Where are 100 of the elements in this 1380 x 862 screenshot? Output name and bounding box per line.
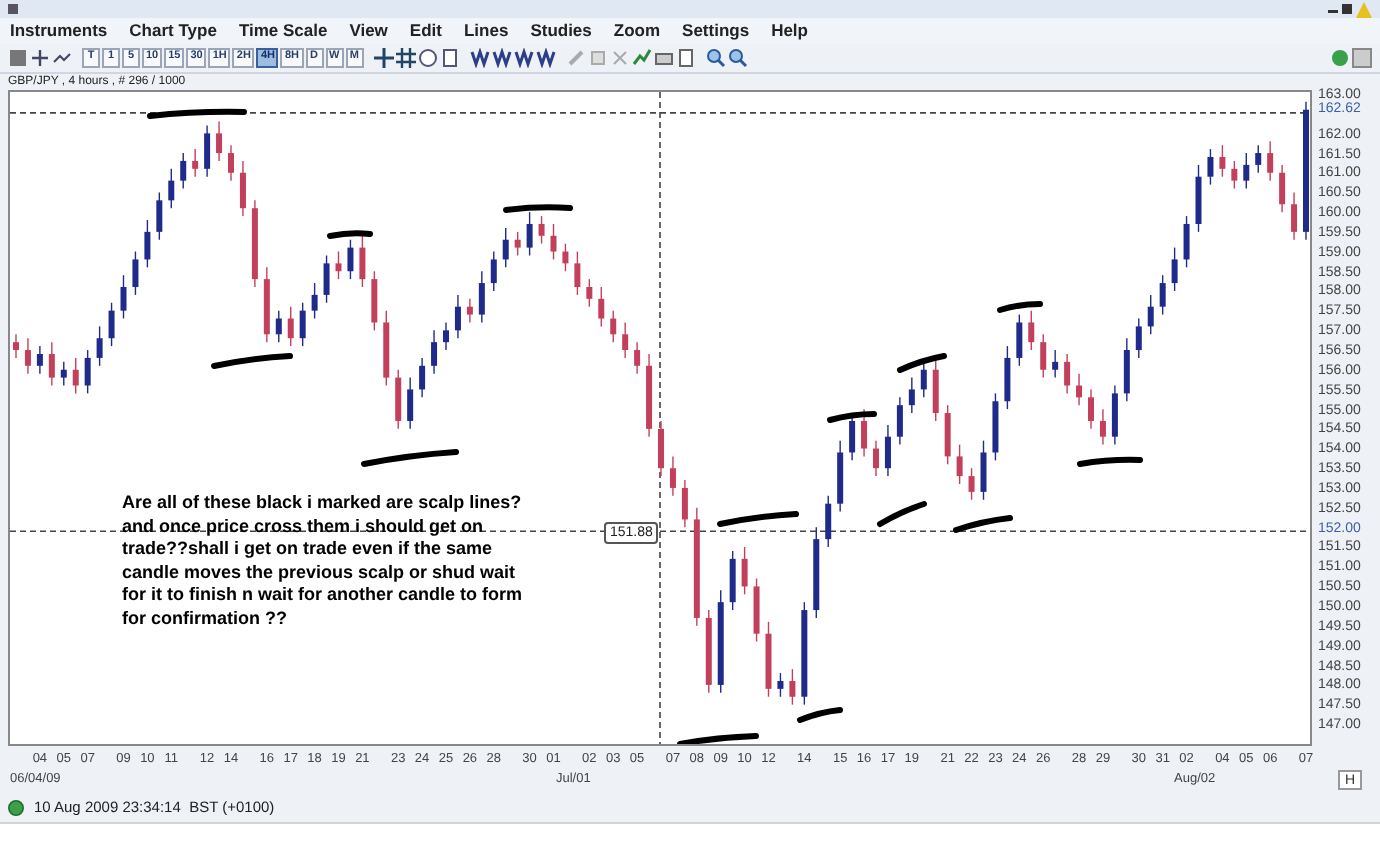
- menu-item[interactable]: Time Scale: [238, 22, 328, 40]
- candlestick: [1111, 384, 1118, 446]
- candlestick: [538, 215, 545, 245]
- zigzag-icon[interactable]: [513, 48, 534, 68]
- candlestick: [1267, 140, 1274, 182]
- candlestick: [681, 479, 688, 529]
- candlestick: [658, 420, 664, 477]
- candlestick: [1040, 333, 1047, 379]
- candlestick: [884, 424, 891, 477]
- menu-item[interactable]: Edit: [409, 22, 442, 40]
- candlestick: [120, 274, 127, 320]
- candlestick: [96, 325, 103, 367]
- candlestick: [1028, 309, 1035, 351]
- candlestick: [204, 124, 211, 178]
- candlestick: [932, 357, 939, 422]
- menu-item[interactable]: Help: [771, 22, 808, 40]
- menu-item[interactable]: Chart Type: [129, 22, 217, 40]
- candlestick: [753, 577, 760, 643]
- candlestick: [1255, 144, 1262, 174]
- candlestick: [275, 309, 282, 343]
- candlestick: [1004, 345, 1011, 410]
- zoom-in-icon[interactable]: [705, 48, 726, 68]
- candlestick: [1064, 353, 1071, 395]
- candlestick: [1219, 144, 1226, 178]
- candlestick: [622, 321, 629, 359]
- candlestick: [180, 152, 187, 190]
- candlestick: [84, 349, 91, 395]
- candlestick: [36, 345, 43, 375]
- candlestick: [610, 309, 617, 343]
- candlestick: [395, 369, 402, 430]
- candlestick: [443, 321, 449, 351]
- candlestick: [873, 439, 879, 477]
- zoom-out-icon[interactable]: [727, 48, 748, 68]
- candlestick: [1088, 388, 1094, 430]
- candlestick: [347, 239, 354, 280]
- candlestick: [1243, 152, 1250, 190]
- candlestick: [598, 286, 605, 328]
- candlestick: [825, 495, 832, 548]
- candlestick: [980, 439, 987, 501]
- menu-item[interactable]: Studies: [530, 22, 592, 40]
- page-icon[interactable]: [675, 48, 696, 68]
- candlestick: [849, 412, 856, 462]
- candlestick: [48, 341, 55, 387]
- candlestick: [1183, 215, 1190, 269]
- zigzag-icon[interactable]: [491, 48, 512, 68]
- candlestick: [132, 250, 139, 296]
- candlestick: [287, 306, 294, 347]
- candlestick: [407, 376, 414, 430]
- connection-status-icon: [8, 800, 24, 816]
- crosshair-icon[interactable]: [30, 48, 50, 68]
- plus-icon[interactable]: [373, 48, 394, 68]
- candlestick: [729, 550, 736, 611]
- candlestick: [239, 160, 246, 217]
- candlestick: [514, 231, 521, 257]
- zigzag-icon[interactable]: [535, 48, 556, 68]
- candlestick: [968, 467, 975, 501]
- grid-icon[interactable]: [395, 48, 416, 68]
- candlestick: [920, 361, 927, 399]
- candlestick: [562, 242, 569, 272]
- annotation-text: Are all of these black i marked are scalp lines? and once price cross them i should get on trade??shall i get on trade even if the same candle moves the previous scalp or shud wait for it to finish n wait for another candle to form for confirmation ??: [122, 492, 524, 630]
- candlestick: [502, 227, 509, 269]
- menu-item[interactable]: Zoom: [613, 22, 661, 40]
- candlestick: [586, 278, 593, 308]
- candlestick: [908, 376, 915, 414]
- candlestick: [216, 120, 223, 162]
- candlestick: [1016, 313, 1023, 367]
- candlestick: [454, 294, 461, 339]
- menu-item[interactable]: View: [349, 22, 388, 40]
- candlestick: [299, 302, 306, 347]
- candlestick: [156, 191, 163, 241]
- candlestick: [526, 211, 533, 257]
- candlestick: [335, 250, 342, 280]
- line-icon[interactable]: [52, 48, 72, 68]
- candlestick: [956, 443, 963, 485]
- menu-item[interactable]: Lines: [463, 22, 509, 40]
- menu-item[interactable]: Settings: [682, 22, 750, 40]
- minimize-icon[interactable]: [1328, 4, 1338, 14]
- candlestick: [419, 357, 426, 399]
- candlestick: [944, 404, 951, 465]
- document-icon[interactable]: [439, 48, 460, 68]
- candlestick: [478, 270, 485, 324]
- candlestick: [1123, 337, 1130, 402]
- zigzag-icon[interactable]: [469, 48, 490, 68]
- candlestick: [550, 223, 557, 261]
- candlestick: [192, 148, 199, 178]
- candlestick: [168, 168, 175, 209]
- candlestick: [144, 219, 151, 269]
- chart-icon[interactable]: [631, 48, 652, 68]
- status-icon[interactable]: [1330, 48, 1350, 68]
- candlestick: [490, 250, 497, 292]
- candlestick: [311, 282, 318, 320]
- candlestick: [1195, 164, 1202, 233]
- candlestick: [777, 672, 784, 698]
- candlestick: [108, 302, 115, 347]
- candlestick: [1147, 294, 1154, 335]
- circle-icon[interactable]: [417, 48, 438, 68]
- candlestick: [1099, 408, 1106, 446]
- candlestick: [1291, 191, 1298, 241]
- candlestick: [431, 329, 438, 375]
- menu-item[interactable]: Instruments: [10, 22, 108, 40]
